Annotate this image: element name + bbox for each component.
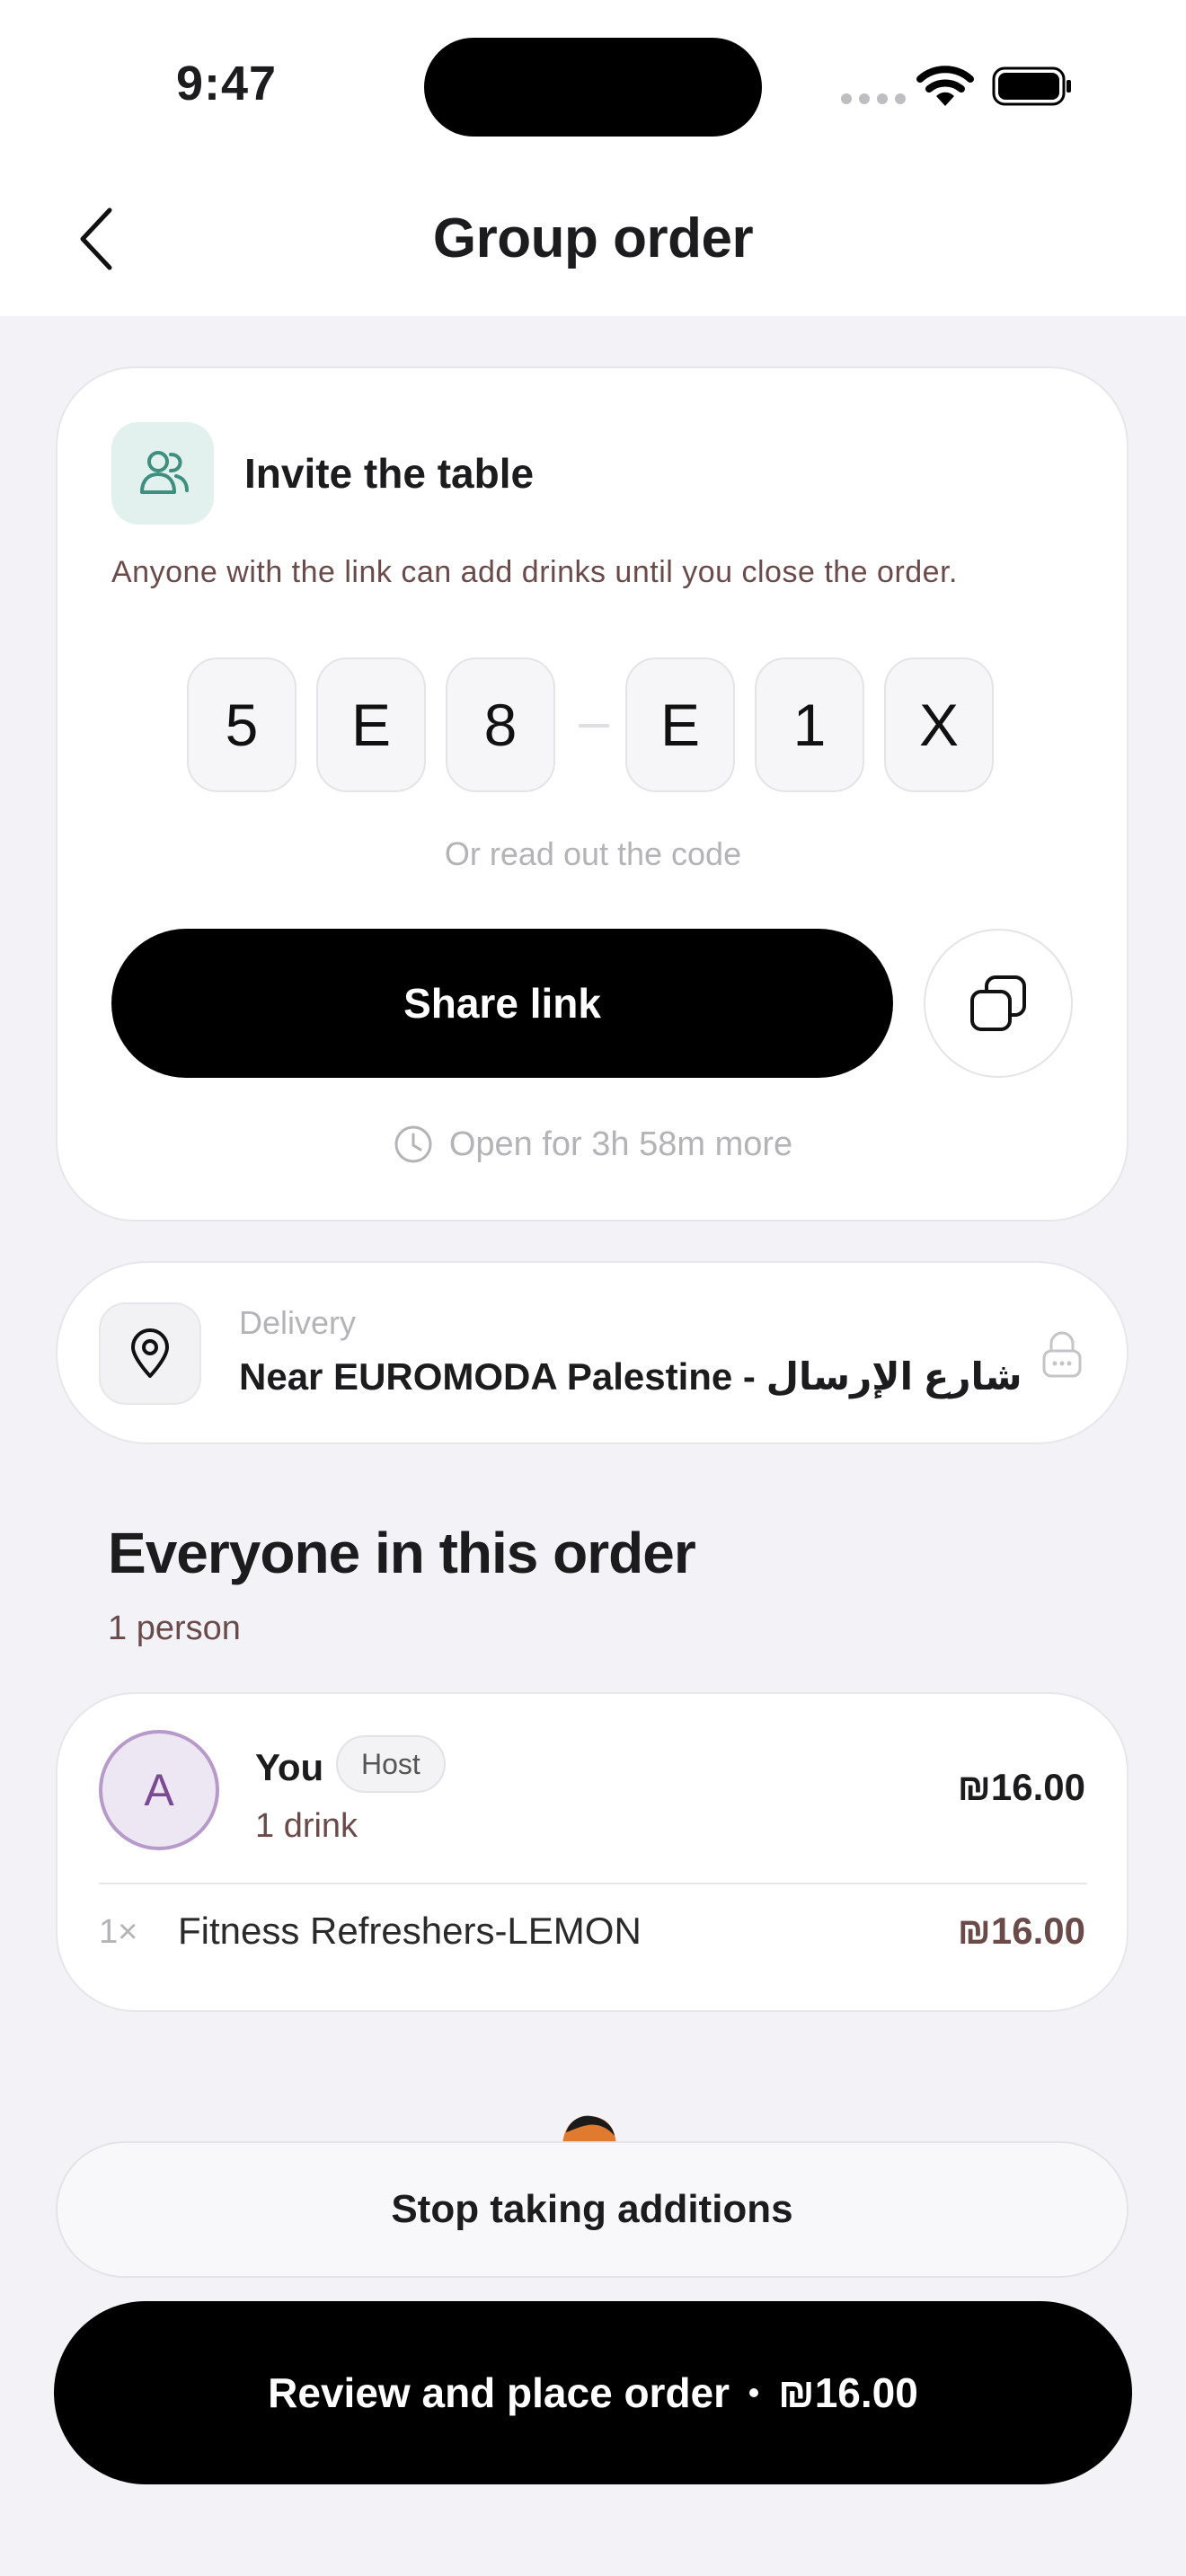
delivery-icon-box	[99, 1302, 201, 1405]
open-timer: Open for 3h 58m more	[0, 1125, 1186, 1164]
status-time: 9:47	[176, 57, 278, 110]
participants-count: 1 person	[108, 1610, 241, 1647]
wifi-icon	[916, 66, 974, 106]
location-pin-icon	[131, 1328, 169, 1378]
invite-card	[56, 366, 1128, 1222]
invite-icon-box	[111, 422, 214, 525]
lock-icon	[1042, 1331, 1082, 1378]
code-char-4: E	[625, 657, 735, 792]
invite-description: Anyone with the link can add drinks unti…	[111, 555, 958, 589]
item-price: ₪16.00	[957, 1910, 1085, 1952]
code-char-6: X	[884, 657, 994, 792]
item-name: Fitness Refreshers-LEMON	[178, 1910, 642, 1952]
separator-dot	[749, 2388, 759, 2397]
review-and-place-order-button[interactable]: Review and place order ₪16.00	[54, 2301, 1132, 2484]
clock-icon	[394, 1125, 432, 1163]
delivery-address: Near EUROMODA Palestine - شارع الإرسال	[239, 1355, 1022, 1398]
participant-card	[56, 1692, 1128, 2012]
delivery-card	[56, 1261, 1128, 1444]
avatar: A	[99, 1730, 219, 1850]
review-total: ₪16.00	[778, 2369, 918, 2416]
participant-total: ₪16.00	[957, 1766, 1085, 1808]
host-badge: Host	[336, 1735, 446, 1793]
participant-name: You	[255, 1746, 324, 1788]
code-char-3: 8	[446, 657, 555, 792]
participant-drink-count: 1 drink	[255, 1807, 358, 1845]
battery-icon	[992, 66, 1071, 106]
people-icon	[140, 451, 189, 494]
code-hint: Or read out the code	[444, 835, 742, 872]
code-char-1: 5	[187, 657, 296, 792]
open-timer-text: Open for 3h 58m more	[448, 1125, 793, 1163]
item-quantity: 1×	[99, 1913, 138, 1951]
code-char-5: 1	[755, 657, 864, 792]
divider	[99, 1883, 1087, 1884]
dynamic-island	[424, 38, 762, 137]
participants-title: Everyone in this order	[108, 1521, 696, 1585]
share-link-button[interactable]: Share link	[111, 929, 893, 1078]
share-link-label: Share link	[403, 980, 601, 1027]
invite-title: Invite the table	[244, 450, 535, 497]
copy-code-button[interactable]	[924, 929, 1073, 1078]
stop-taking-additions-label: Stop taking additions	[391, 2187, 793, 2231]
stop-taking-additions-button[interactable]: Stop taking additions	[56, 2141, 1128, 2278]
copy-icon	[970, 975, 1026, 1031]
delivery-label: Delivery	[239, 1304, 357, 1341]
code-char-2: E	[316, 657, 426, 792]
page-title: Group order	[432, 207, 754, 269]
cellular-signal-icon	[841, 93, 906, 104]
code-separator	[579, 724, 609, 728]
review-label: Review and place order	[268, 2369, 730, 2416]
